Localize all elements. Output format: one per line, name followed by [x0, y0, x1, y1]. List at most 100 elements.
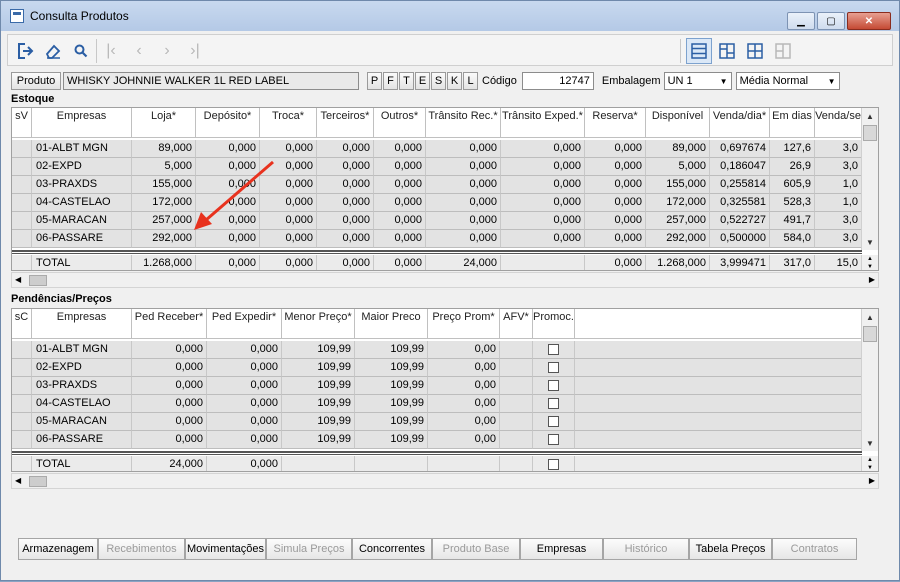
detail-view-icon[interactable] [770, 38, 796, 64]
table-cell[interactable]: 109,99 [355, 359, 428, 377]
table-cell[interactable]: 0,00 [428, 395, 500, 413]
table-cell[interactable]: 0,000 [374, 212, 426, 230]
bottom-tab-simula-pre-os[interactable]: Simula Preços [266, 538, 352, 560]
table-cell[interactable]: 0,000 [207, 359, 282, 377]
table-cell[interactable]: 0,000 [585, 158, 646, 176]
table-cell[interactable]: 0,000 [260, 212, 317, 230]
table-cell[interactable]: 0,000 [585, 194, 646, 212]
table-cell[interactable] [12, 341, 32, 359]
vertical-scrollbar[interactable]: ▲ ▼ [861, 309, 878, 451]
table-cell[interactable]: 0,000 [132, 413, 207, 431]
split-view-icon[interactable] [714, 38, 740, 64]
table-cell[interactable] [500, 377, 533, 395]
table-cell[interactable]: 109,99 [355, 431, 428, 449]
table-cell[interactable]: 0,000 [207, 395, 282, 413]
table-cell[interactable]: 3,0 [815, 158, 862, 176]
letter-button-p[interactable]: P [367, 72, 382, 90]
table-cell[interactable]: 0,000 [585, 140, 646, 158]
column-header[interactable]: Em dias [770, 108, 815, 138]
bottom-tab-concorrentes[interactable]: Concorrentes [352, 538, 432, 560]
column-header[interactable]: Outros* [374, 108, 426, 138]
table-cell[interactable]: 0,000 [207, 431, 282, 449]
table-cell[interactable]: 257,000 [646, 212, 710, 230]
column-header[interactable]: Trânsito Exped.* [501, 108, 585, 138]
table-cell[interactable] [12, 413, 32, 431]
bottom-tab-contratos[interactable]: Contratos [772, 538, 857, 560]
table-cell[interactable]: 0,000 [260, 194, 317, 212]
media-select[interactable]: Média Normal ▼ [735, 72, 840, 90]
vertical-scrollbar[interactable]: ▲ ▼ [861, 108, 878, 250]
table-cell[interactable]: 0,000 [426, 212, 501, 230]
column-header[interactable]: AFV* [500, 309, 533, 339]
table-cell[interactable]: 257,000 [132, 212, 196, 230]
table-cell[interactable]: 0,000 [196, 212, 260, 230]
table-cell[interactable]: 0,000 [196, 230, 260, 248]
column-header[interactable]: Trânsito Rec.* [426, 108, 501, 138]
column-header[interactable]: Loja* [132, 108, 196, 138]
table-cell[interactable]: 0,000 [132, 395, 207, 413]
table-cell[interactable]: 5,000 [646, 158, 710, 176]
list-view-icon[interactable] [686, 38, 712, 64]
table-cell[interactable]: 528,3 [770, 194, 815, 212]
table-cell[interactable]: 1,0 [815, 194, 862, 212]
letter-button-l[interactable]: L [463, 72, 478, 90]
table-cell[interactable]: 01-ALBT MGN [32, 341, 132, 359]
exit-icon[interactable] [12, 38, 38, 64]
table-cell[interactable]: 0,000 [260, 140, 317, 158]
scroll-right-icon[interactable]: ▶ [869, 476, 875, 485]
table-cell[interactable]: 1,0 [815, 176, 862, 194]
first-record-icon[interactable]: |‹ [98, 38, 124, 64]
scroll-down-icon[interactable]: ▼ [862, 234, 878, 250]
column-header[interactable]: Venda/se [815, 108, 862, 138]
codigo-field[interactable]: 12747 [521, 72, 594, 90]
bottom-tab-hist-rico[interactable]: Histórico [603, 538, 689, 560]
table-cell[interactable]: 0,000 [585, 230, 646, 248]
table-cell[interactable] [500, 395, 533, 413]
table-cell[interactable]: 109,99 [355, 341, 428, 359]
column-header[interactable]: Terceiros* [317, 108, 374, 138]
table-cell[interactable] [12, 140, 32, 158]
last-record-icon[interactable]: ›| [182, 38, 208, 64]
table-cell[interactable]: 0,000 [196, 176, 260, 194]
bottom-tab-movimenta-es[interactable]: Movimentações [185, 538, 266, 560]
table-cell[interactable]: 0,000 [374, 194, 426, 212]
table-cell[interactable] [12, 176, 32, 194]
table-cell[interactable] [500, 341, 533, 359]
eraser-icon[interactable] [40, 38, 66, 64]
column-header[interactable]: Preço Prom* [428, 309, 500, 339]
embalagem-select[interactable]: UN 1 ▼ [663, 72, 732, 90]
table-cell[interactable]: 0,00 [428, 413, 500, 431]
column-header[interactable]: sC [12, 309, 32, 339]
scroll-down-icon[interactable]: ▼ [862, 435, 878, 451]
table-cell[interactable]: 0,00 [428, 341, 500, 359]
table-cell[interactable]: 0,000 [501, 140, 585, 158]
scroll-thumb[interactable] [29, 275, 47, 286]
bottom-tab-tabela-pre-os[interactable]: Tabela Preços [689, 538, 772, 560]
table-cell[interactable]: 06-PASSARE [32, 230, 132, 248]
table-cell[interactable]: 0,00 [428, 431, 500, 449]
column-header[interactable]: Menor Preço* [282, 309, 355, 339]
estoque-grid[interactable]: sV Empresas Loja* Depósito* Troca* Terceiros*… [11, 107, 879, 271]
table-cell[interactable]: 0,255814 [710, 176, 770, 194]
table-cell[interactable]: 01-ALBT MGN [32, 140, 132, 158]
table-cell[interactable]: 109,99 [355, 377, 428, 395]
table-cell[interactable]: 0,000 [501, 194, 585, 212]
table-cell[interactable]: 172,000 [132, 194, 196, 212]
table-cell[interactable]: 0,000 [260, 230, 317, 248]
table-cell[interactable]: 0,000 [196, 194, 260, 212]
table-cell[interactable]: 0,000 [317, 194, 374, 212]
column-header[interactable]: Depósito* [196, 108, 260, 138]
table-cell[interactable]: 172,000 [646, 194, 710, 212]
table-cell[interactable]: 0,000 [501, 212, 585, 230]
table-cell[interactable]: 03-PRAXDS [32, 377, 132, 395]
table-cell[interactable]: 5,000 [132, 158, 196, 176]
table-cell[interactable]: 109,99 [355, 413, 428, 431]
maximize-button[interactable]: ▢ [817, 12, 845, 30]
table-cell[interactable]: 05-MARACAN [32, 413, 132, 431]
column-header[interactable]: sV [12, 108, 32, 138]
column-header[interactable]: Maior Preco [355, 309, 428, 339]
promoc-pdv-checkbox[interactable] [548, 416, 559, 427]
table-cell[interactable] [12, 230, 32, 248]
table-cell[interactable]: 155,000 [646, 176, 710, 194]
promoc-pdv-checkbox[interactable] [548, 362, 559, 373]
